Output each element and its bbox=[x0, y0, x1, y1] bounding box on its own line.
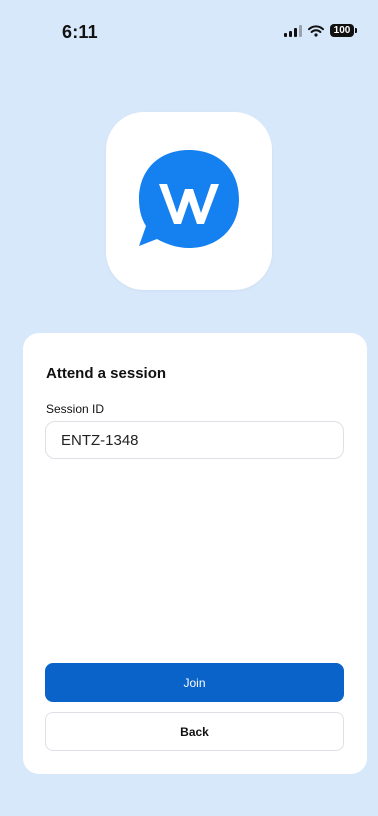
card-title: Attend a session bbox=[46, 365, 167, 382]
signal-icon bbox=[284, 24, 302, 37]
join-button[interactable]: Join bbox=[45, 663, 344, 702]
w-chat-logo-icon bbox=[139, 150, 239, 248]
attend-session-card: Attend a session Session ID Join Back bbox=[23, 333, 367, 774]
app-screen: 6:11 100 Attend a session Session ID ENT… bbox=[0, 0, 378, 816]
app-logo bbox=[106, 112, 272, 290]
status-bar: 6:11 100 bbox=[0, 0, 378, 60]
wifi-icon bbox=[308, 24, 324, 37]
battery-icon: 100 bbox=[330, 24, 357, 37]
status-time: 6:11 bbox=[62, 22, 98, 42]
status-icons: 100 bbox=[284, 24, 357, 37]
session-id-label: Session ID bbox=[46, 402, 105, 416]
back-button[interactable]: Back bbox=[45, 712, 344, 751]
session-id-input[interactable] bbox=[45, 421, 344, 459]
